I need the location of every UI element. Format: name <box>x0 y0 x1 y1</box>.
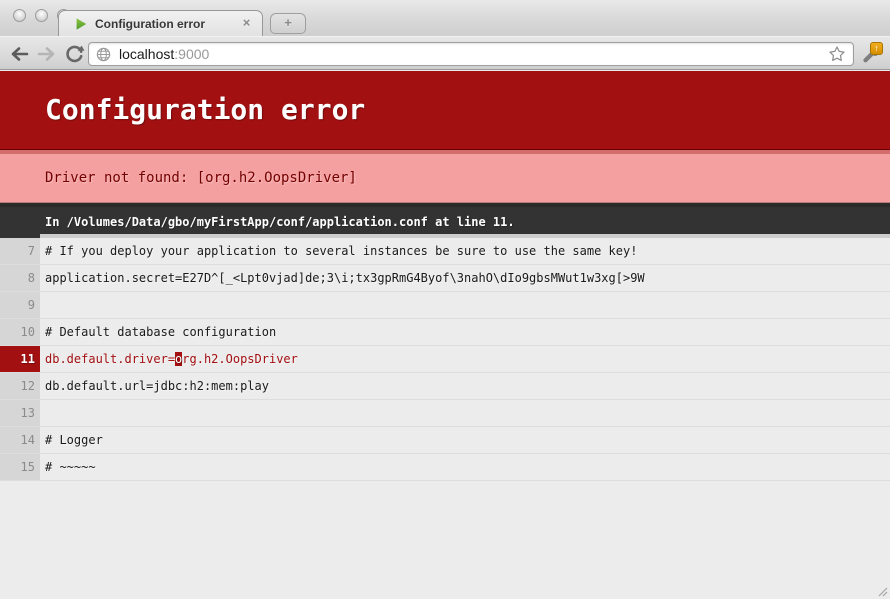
tab-title: Configuration error <box>95 17 239 31</box>
source-line: 9 <box>0 292 890 319</box>
back-button[interactable] <box>8 43 30 65</box>
source-line: 15 # ~~~~~ <box>0 454 890 481</box>
line-number: 8 <box>0 265 40 291</box>
page-title: Configuration error <box>0 71 890 150</box>
new-tab-button[interactable]: + <box>270 13 306 34</box>
globe-icon <box>96 47 111 62</box>
line-number: 12 <box>0 373 40 399</box>
line-number: 14 <box>0 427 40 453</box>
error-detail: Driver not found: [org.h2.OopsDriver] <box>0 150 890 203</box>
forward-button[interactable] <box>36 43 58 65</box>
line-number: 15 <box>0 454 40 480</box>
window-minimize-button[interactable] <box>35 9 48 22</box>
line-number: 10 <box>0 319 40 345</box>
url-host: localhost <box>119 46 174 62</box>
source-line-error: 11 db.default.driver=org.h2.OopsDriver <box>0 346 890 373</box>
line-number: 13 <box>0 400 40 426</box>
reload-button[interactable] <box>64 43 86 65</box>
source-line: 13 <box>0 400 890 427</box>
window-close-button[interactable] <box>13 9 26 22</box>
line-code: # Logger <box>40 427 890 453</box>
tab-strip: Configuration error × + <box>0 0 890 36</box>
line-code: db.default.driver=org.h2.OopsDriver <box>40 346 890 372</box>
source-code: 7 # If you deploy your application to se… <box>0 238 890 481</box>
code-before-marker: db.default.driver= <box>45 352 175 366</box>
error-location: In /Volumes/Data/gbo/myFirstApp/conf/app… <box>0 203 890 238</box>
source-line: 14 # Logger <box>0 427 890 454</box>
line-number: 9 <box>0 292 40 318</box>
play-framework-icon <box>74 17 88 31</box>
tab-close-icon[interactable]: × <box>239 16 254 31</box>
source-line: 8 application.secret=E27D^[_<Lpt0vjad]de… <box>0 265 890 292</box>
source-line: 10 # Default database configuration <box>0 319 890 346</box>
line-number: 11 <box>0 346 40 372</box>
line-code: # Default database configuration <box>40 319 890 345</box>
line-number: 7 <box>0 238 40 264</box>
update-badge[interactable]: ↑ <box>870 42 883 55</box>
url-port: :9000 <box>174 46 209 62</box>
browser-tab[interactable]: Configuration error × <box>58 10 263 36</box>
url-text[interactable]: localhost:9000 <box>119 46 828 62</box>
line-code <box>40 400 890 426</box>
resize-grip[interactable] <box>875 584 888 597</box>
line-code: db.default.url=jdbc:h2:mem:play <box>40 373 890 399</box>
line-code: # If you deploy your application to seve… <box>40 234 890 260</box>
address-bar[interactable]: localhost:9000 <box>88 42 854 66</box>
bookmark-star-icon[interactable] <box>828 45 846 63</box>
source-line: 12 db.default.url=jdbc:h2:mem:play <box>0 373 890 400</box>
page-content: Configuration error Driver not found: [o… <box>0 71 890 599</box>
nav-toolbar: localhost:9000 ↑ <box>0 36 890 70</box>
line-code: # ~~~~~ <box>40 454 890 480</box>
source-line: 7 # If you deploy your application to se… <box>0 238 890 265</box>
line-code: application.secret=E27D^[_<Lpt0vjad]de;3… <box>40 265 890 291</box>
code-after-marker: rg.h2.OopsDriver <box>182 352 298 366</box>
line-code <box>40 292 890 318</box>
